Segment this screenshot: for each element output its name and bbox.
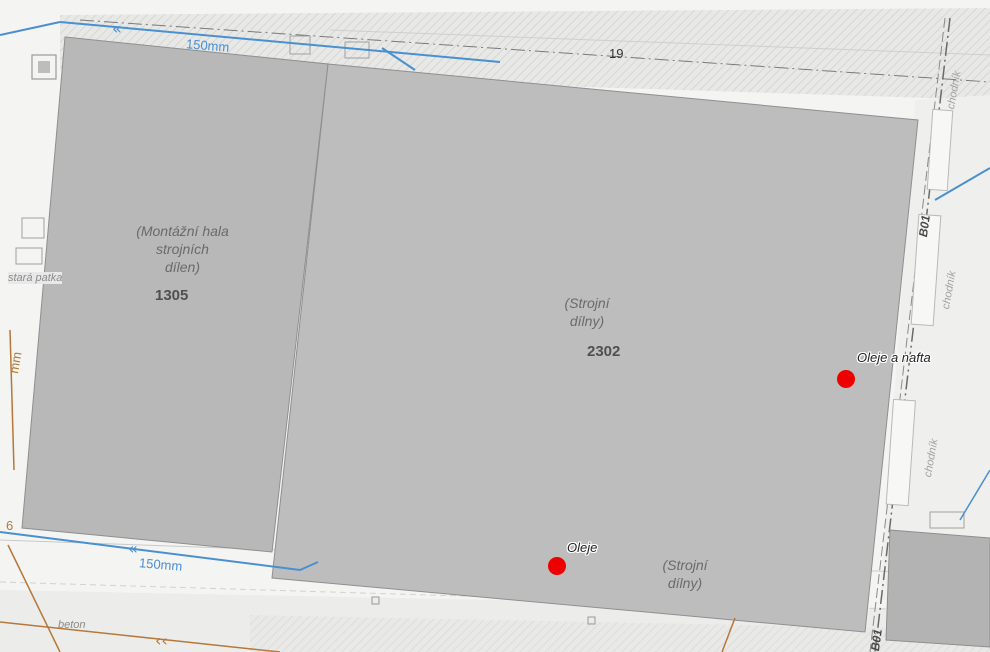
poi-label-oleje-a-nafta[interactable]: Oleje a nafta (857, 350, 931, 365)
building-1305-name: (Montážní hala strojních dílen) (120, 222, 245, 276)
map-symbol (38, 61, 50, 73)
water-pipe (0, 21, 61, 36)
map-symbol (21, 217, 45, 239)
poi-marker-oleje[interactable] (548, 557, 566, 575)
building-1305-name-line: strojních (156, 241, 209, 257)
flow-arrow-icon: ‹‹ (155, 631, 168, 650)
building-2302-number: 2302 (587, 343, 621, 360)
building-2302-name-line: dílny) (569, 313, 605, 329)
building-2302-secondary-name: (Strojní dílny) (650, 556, 720, 592)
flow-arrow-icon: « (112, 19, 122, 38)
map-svg-layer: « « ‹‹ (0, 8, 990, 652)
building-2302-name: (Strojní dílny) (552, 294, 622, 330)
poi-label-oleje[interactable]: Oleje (567, 540, 597, 555)
map-canvas[interactable]: « « ‹‹ (Montážní hala strojních dílen) 1… (0, 0, 990, 652)
old-footing-label: stará patka (8, 272, 63, 284)
building-1305-number: 1305 (155, 287, 189, 304)
poi-marker-oleje-a-nafta[interactable] (837, 370, 855, 388)
building-2302-name-line: (Strojní (662, 557, 708, 573)
building-2302-name-line: (Strojní (564, 295, 610, 311)
concrete-label: beton (58, 619, 86, 631)
brown-pipe-label: 6 (6, 518, 14, 533)
plot-number: 19 (609, 46, 624, 61)
flow-arrow-icon: « (128, 539, 138, 558)
map-symbol (15, 247, 43, 265)
building-1305-name-line: dílen) (164, 259, 201, 275)
building-annex (885, 529, 990, 648)
building-1305-name-line: (Montážní hala (136, 223, 229, 239)
building-2302-name-line: dílny) (667, 575, 703, 591)
